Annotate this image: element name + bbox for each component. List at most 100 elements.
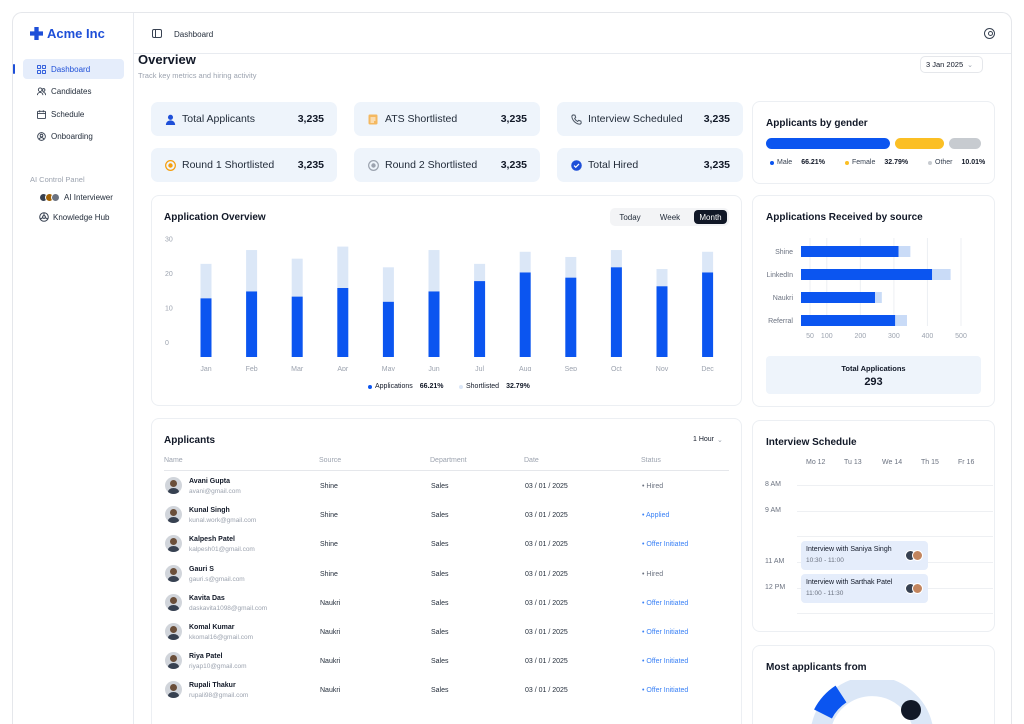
legend-label: Applications — [375, 383, 413, 390]
card-title: Applicants by gender — [766, 118, 868, 129]
status-badge: • Hired — [642, 483, 664, 490]
stat-total-hired[interactable]: Total Hired 3,235 — [557, 148, 743, 182]
card-title: Most applicants from — [766, 662, 867, 673]
gender-bar-female[interactable] — [895, 138, 944, 149]
x-tick-label: Feb — [246, 366, 258, 371]
avatar — [165, 681, 182, 699]
chevron-down-icon: ⌄ — [717, 437, 723, 444]
range-today[interactable]: Today — [612, 210, 648, 224]
hour-label: 12 PM — [765, 584, 786, 591]
bar-applications — [801, 292, 876, 303]
day-label[interactable]: We 14 — [882, 459, 902, 466]
date-picker[interactable]: 3 Jan 2025 ⌄ — [920, 56, 983, 73]
stat-ats-shortlisted[interactable]: ATS Shortlisted 3,235 — [354, 102, 540, 136]
sidebar-item-label: Schedule — [51, 109, 85, 119]
applicant-date: 03 / 01 / 2025 — [525, 483, 568, 490]
time-filter-dropdown[interactable]: 1 Hour ⌄ — [693, 436, 723, 444]
sidebar-item-dashboard[interactable]: Dashboard — [13, 59, 124, 79]
bar-applications — [246, 291, 258, 357]
gender-bar-other[interactable] — [949, 138, 981, 149]
range-week[interactable]: Week — [652, 210, 688, 224]
sidebar-item-knowledge-hub[interactable]: Knowledge Hub — [39, 212, 109, 222]
table-row[interactable]: Gauri S gauri.s@gmail.com Shine Sales 03 / 0… — [152, 560, 742, 589]
sidebar-item-candidates[interactable]: Candidates — [23, 82, 124, 102]
stat-label: Total Applicants — [182, 113, 255, 125]
legend-female: Female 32.79% — [845, 159, 908, 166]
table-row[interactable]: Kalpesh Patel kalpesh01@gmail.com Shine Sal… — [152, 530, 742, 559]
avatar — [165, 564, 182, 582]
page-subtitle: Track key metrics and hiring activity — [138, 71, 257, 80]
x-tick-label: 200 — [854, 333, 866, 340]
column-header-date[interactable]: Date — [524, 457, 539, 464]
column-header-status[interactable]: Status — [641, 457, 661, 464]
onboarding-icon — [37, 132, 46, 141]
sidebar-item-onboarding[interactable]: Onboarding — [23, 127, 124, 147]
legend-dot — [845, 160, 849, 165]
applicants-card: Applicants 1 Hour ⌄ Name Source Departme… — [151, 418, 742, 724]
sidebar-item-label: Onboarding — [51, 132, 93, 141]
user-account-icon[interactable] — [984, 28, 995, 39]
y-tick-label: 30 — [165, 237, 173, 244]
category-label: Referral — [768, 318, 793, 325]
breadcrumb[interactable]: Dashboard — [174, 30, 213, 39]
legend-value: 32.79% — [884, 159, 909, 166]
card-title: Application Overview — [164, 212, 266, 223]
grid-icon — [37, 64, 46, 74]
applicant-department: Sales — [431, 687, 449, 695]
bar-applications — [291, 296, 303, 357]
table-row[interactable]: Riya Patel riyap10@gmail.com Naukri Sales 03… — [152, 647, 742, 676]
y-tick-label: 0 — [165, 340, 169, 347]
bar-applications — [428, 291, 440, 357]
check-circle-icon — [570, 159, 582, 171]
table-row[interactable]: Kavita Das daskavita1098@gmail.com Naukri S… — [152, 589, 742, 618]
day-label[interactable]: Tu 13 — [844, 459, 862, 466]
applicant-department: Sales — [431, 570, 449, 578]
column-header-source[interactable]: Source — [319, 457, 341, 464]
interview-event[interactable]: Interview with Sarthak Patel 11:00 - 11:… — [801, 574, 928, 603]
day-label[interactable]: Th 15 — [921, 459, 939, 466]
document-icon — [367, 113, 379, 125]
applicant-date: 03 / 01 / 2025 — [525, 541, 568, 549]
legend-value: 66.21% — [419, 383, 444, 390]
stat-round2-shortlisted[interactable]: Round 2 Shortlisted 3,235 — [354, 148, 540, 182]
table-row[interactable]: Rupali Thakur rupali98@gmail.com Naukri Sal… — [152, 676, 742, 705]
range-month[interactable]: Month — [694, 210, 727, 224]
interview-event[interactable]: Interview with Saniya Singh 10:30 - 11:0… — [801, 541, 928, 570]
y-tick-label: 20 — [165, 271, 173, 278]
page-title: Overview — [138, 52, 196, 67]
table-row[interactable]: Avani Gupta avani@gmail.com Shine Sales 03 /… — [152, 472, 742, 501]
bar-applications — [519, 272, 531, 357]
legend-label: Other — [935, 159, 953, 166]
category-label: LinkedIn — [767, 272, 794, 279]
column-header-department[interactable]: Department — [430, 457, 467, 464]
interview-schedule-card: Interview Schedule Mo 12 Tu 13 We 14 Th … — [752, 420, 995, 632]
stat-value: 3,235 — [297, 159, 324, 171]
participant-avatars — [905, 583, 923, 594]
stat-total-applicants[interactable]: Total Applicants 3,235 — [151, 102, 337, 136]
card-title: Applicants — [164, 435, 216, 446]
x-tick-label: May — [382, 366, 396, 371]
day-label[interactable]: Fr 16 — [958, 459, 974, 466]
gender-bar-male[interactable] — [766, 138, 890, 149]
stat-interview-scheduled[interactable]: Interview Scheduled 3,235 — [557, 102, 743, 136]
status-label: Offer Initiated — [646, 658, 689, 666]
sidebar-toggle-icon[interactable] — [152, 29, 162, 38]
avatar-group — [39, 193, 60, 202]
table-row[interactable]: Kunal Singh kunal.work@gmail.com Shine Sale… — [152, 501, 742, 530]
legend-applications: Applications 66.21% — [368, 383, 444, 390]
app-logo[interactable]: Acme Inc — [30, 26, 105, 41]
applicant-email: gauri.s@gmail.com — [189, 575, 245, 583]
x-tick-label: Jul — [475, 366, 484, 371]
table-row[interactable]: Komal Kumar kkomal16@gmail.com Naukri Sales… — [152, 618, 742, 647]
hour-line — [797, 613, 993, 614]
column-header-name[interactable]: Name — [164, 457, 183, 464]
bar-shortlisted — [875, 292, 882, 303]
sidebar-item-ai-interviewer[interactable]: AI Interviewer — [39, 193, 113, 202]
status-badge: • Offer Initiated — [642, 541, 689, 549]
sidebar-item-schedule[interactable]: Schedule — [23, 104, 124, 124]
applicant-source: Naukri — [320, 687, 341, 695]
stat-round1-shortlisted[interactable]: Round 1 Shortlisted 3,235 — [151, 148, 337, 182]
card-title: Applications Received by source — [766, 212, 923, 223]
hour-label: 11 AM — [765, 558, 785, 565]
day-label[interactable]: Mo 12 — [806, 459, 825, 466]
